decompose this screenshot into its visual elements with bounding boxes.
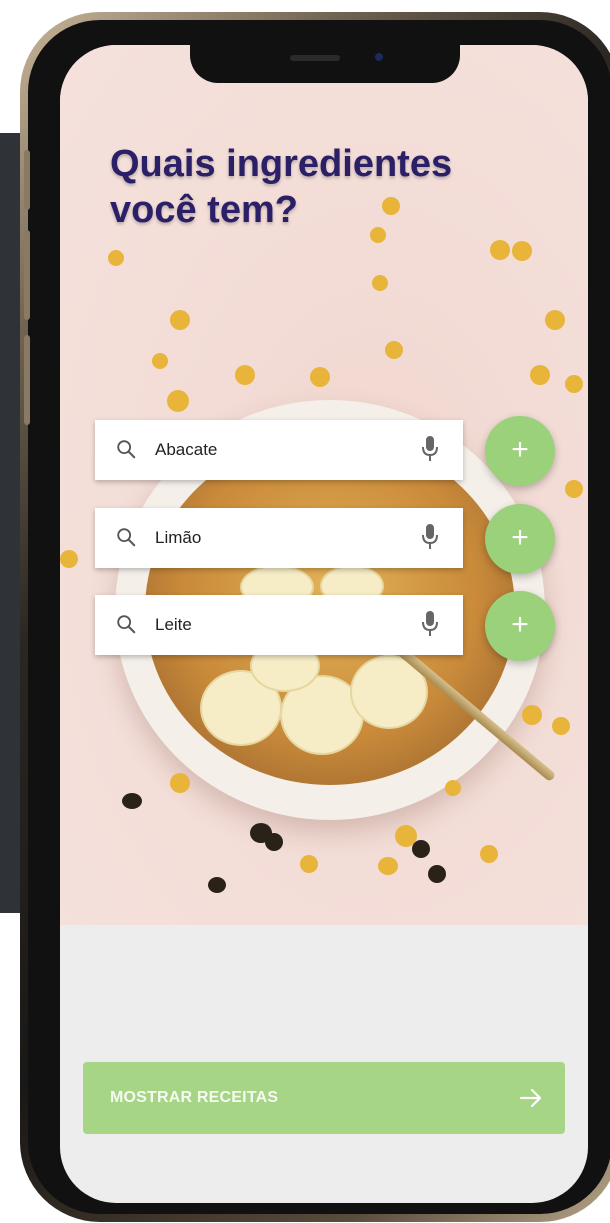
confetti (552, 717, 570, 735)
confetti (235, 365, 255, 385)
confetti (385, 341, 403, 359)
confetti (310, 367, 330, 387)
confetti (565, 375, 583, 393)
confetti (565, 480, 583, 498)
confetti (108, 250, 124, 266)
app-screen: Quais ingredientes você tem? Abacate + L… (60, 45, 588, 1203)
phone-volume-down (24, 335, 30, 425)
confetti (167, 390, 189, 412)
confetti (530, 365, 550, 385)
phone-mute-switch (24, 150, 30, 210)
search-icon (117, 615, 136, 634)
ingredient-input-value[interactable]: Abacate (155, 440, 217, 460)
add-ingredient-button[interactable]: + (485, 591, 555, 661)
confetti (372, 275, 388, 291)
phone-notch (190, 45, 460, 83)
front-camera (375, 53, 383, 61)
hero-image: Quais ingredientes você tem? (60, 45, 588, 925)
show-recipes-button[interactable]: MOSTRAR RECEITAS (83, 1062, 565, 1134)
confetti (378, 857, 398, 875)
confetti (170, 310, 190, 330)
confetti (152, 353, 168, 369)
microphone-icon[interactable] (420, 609, 440, 639)
confetti (300, 855, 318, 873)
search-icon (117, 528, 136, 547)
add-ingredient-button[interactable]: + (485, 416, 555, 486)
ingredient-row: Leite + (95, 591, 560, 661)
plus-icon: + (511, 433, 529, 466)
confetti (60, 550, 78, 568)
microphone-icon[interactable] (420, 434, 440, 464)
plus-icon: + (511, 608, 529, 641)
ingredient-input-value[interactable]: Leite (155, 615, 192, 635)
ingredient-input-value[interactable]: Limão (155, 528, 201, 548)
ingredient-row: Abacate + (95, 416, 560, 486)
microphone-icon[interactable] (420, 522, 440, 552)
confetti (522, 705, 542, 725)
ingredient-search-field[interactable]: Limão (95, 508, 463, 568)
plus-icon: + (511, 521, 529, 554)
confetti (545, 310, 565, 330)
confetti (445, 780, 461, 796)
confetti (265, 833, 283, 851)
ingredient-search-field[interactable]: Leite (95, 595, 463, 655)
add-ingredient-button[interactable]: + (485, 504, 555, 574)
confetti (512, 241, 532, 261)
confetti (412, 840, 430, 858)
confetti (428, 865, 446, 883)
arrow-right-icon (519, 1088, 542, 1108)
speaker-grille (290, 55, 340, 61)
ingredient-row: Limão + (95, 504, 560, 574)
confetti (170, 773, 190, 793)
show-recipes-label: MOSTRAR RECEITAS (110, 1089, 279, 1106)
confetti (122, 793, 142, 809)
page-title: Quais ingredientes você tem? (110, 143, 453, 231)
phone-volume-up (24, 230, 30, 320)
search-icon (117, 440, 136, 459)
ingredient-search-field[interactable]: Abacate (95, 420, 463, 480)
confetti (208, 877, 226, 893)
confetti (490, 240, 510, 260)
confetti (480, 845, 498, 863)
